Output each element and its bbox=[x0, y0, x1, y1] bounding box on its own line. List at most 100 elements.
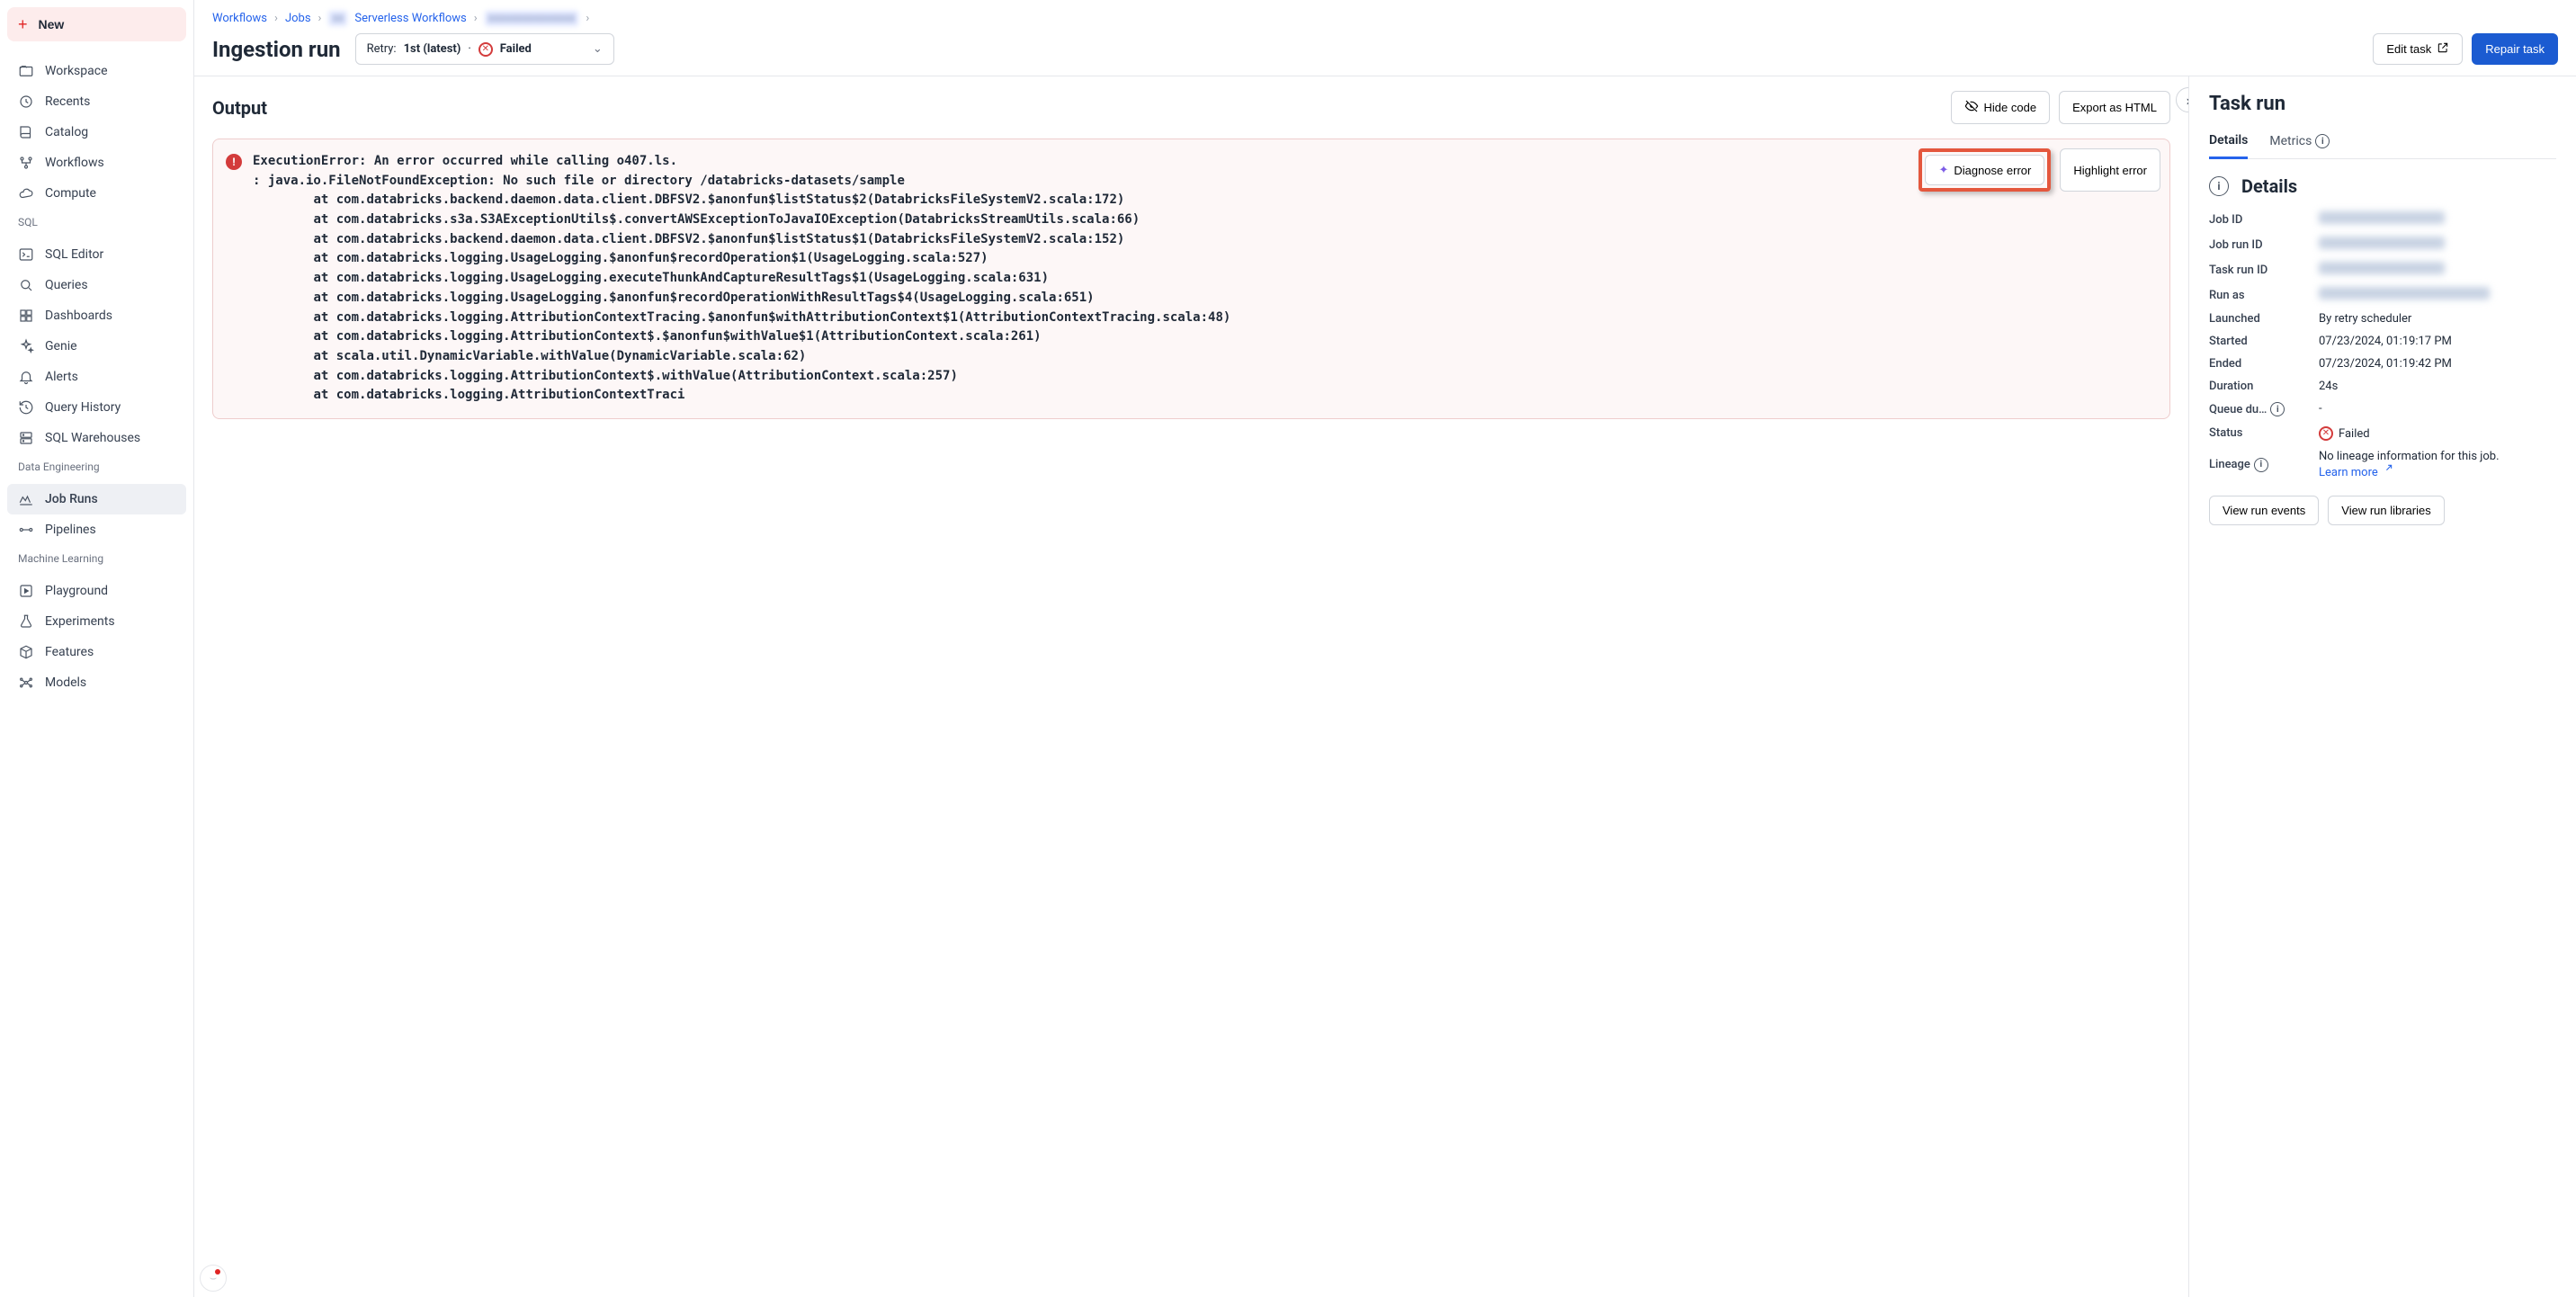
value-lineage: No lineage information for this job. Lea… bbox=[2319, 450, 2556, 479]
fail-icon: ✕ bbox=[479, 41, 493, 57]
learn-more-link[interactable]: Learn more bbox=[2319, 466, 2393, 479]
nav-item-alerts[interactable]: Alerts bbox=[7, 362, 186, 392]
value-launched: By retry scheduler bbox=[2319, 312, 2556, 326]
value-duration: 24s bbox=[2319, 380, 2556, 393]
label-launched: Launched bbox=[2209, 312, 2306, 326]
error-stacktrace: ExecutionError: An error occurred while … bbox=[253, 152, 2157, 406]
crumb-serverless[interactable]: Serverless Workflows bbox=[354, 12, 466, 25]
value-ended: 07/23/2024, 01:19:42 PM bbox=[2319, 357, 2556, 371]
cloud-icon bbox=[18, 185, 34, 201]
box-icon bbox=[18, 644, 34, 660]
value-queue: - bbox=[2319, 402, 2556, 416]
external-link-icon bbox=[2381, 466, 2393, 479]
notification-dot bbox=[215, 1269, 220, 1275]
label-run-as: Run as bbox=[2209, 287, 2306, 303]
retry-value: 1st (latest) bbox=[404, 42, 461, 56]
nav-item-features[interactable]: Features bbox=[7, 637, 186, 667]
diagnose-error-button[interactable]: ✦ Diagnose error bbox=[1925, 155, 2044, 185]
nav-item-query-history[interactable]: Query History bbox=[7, 392, 186, 423]
chevron-right-icon: › bbox=[274, 12, 278, 25]
value-started: 07/23/2024, 01:19:17 PM bbox=[2319, 335, 2556, 348]
export-html-button[interactable]: Export as HTML bbox=[2059, 91, 2170, 124]
sidebar: + New WorkspaceRecentsCatalogWorkflowsCo… bbox=[0, 0, 194, 1297]
nav-item-experiments[interactable]: Experiments bbox=[7, 606, 186, 637]
info-icon: i bbox=[2254, 458, 2268, 472]
nav-header-ml: Machine Learning bbox=[7, 545, 186, 568]
nav-item-queries[interactable]: Queries bbox=[7, 270, 186, 300]
new-button[interactable]: + New bbox=[7, 7, 186, 41]
nav-item-genie[interactable]: Genie bbox=[7, 331, 186, 362]
model-icon bbox=[18, 675, 34, 691]
flask-icon bbox=[18, 613, 34, 630]
label-task-run-id: Task run ID bbox=[2209, 262, 2306, 278]
nav-item-compute[interactable]: Compute bbox=[7, 178, 186, 209]
crumb-jobs[interactable]: Jobs bbox=[285, 12, 311, 25]
value-task-run-id bbox=[2319, 262, 2445, 274]
details-pane: Task run Details Metrics i i Details Job… bbox=[2189, 76, 2576, 1297]
external-link-icon bbox=[2437, 41, 2449, 57]
folder-icon bbox=[18, 63, 34, 79]
retry-status: Failed bbox=[500, 42, 532, 56]
chevron-right-icon: › bbox=[318, 12, 322, 25]
value-job-id bbox=[2319, 211, 2445, 224]
label-ended: Ended bbox=[2209, 357, 2306, 371]
crumb-workflows[interactable]: Workflows bbox=[212, 12, 267, 25]
nav-item-workflows[interactable]: Workflows bbox=[7, 148, 186, 178]
label-job-run-id: Job run ID bbox=[2209, 237, 2306, 253]
hide-code-button[interactable]: Hide code bbox=[1951, 91, 2051, 124]
highlight-error-button[interactable]: Highlight error bbox=[2060, 148, 2160, 192]
page-title: Ingestion run bbox=[212, 37, 341, 62]
task-run-title: Task run bbox=[2209, 93, 2556, 115]
view-run-libraries-button[interactable]: View run libraries bbox=[2328, 496, 2444, 525]
label-job-id: Job ID bbox=[2209, 211, 2306, 228]
nav-item-dashboards[interactable]: Dashboards bbox=[7, 300, 186, 331]
nav-item-recents[interactable]: Recents bbox=[7, 86, 186, 117]
repair-task-button[interactable]: Repair task bbox=[2472, 33, 2558, 65]
nav-item-sql-editor[interactable]: SQL Editor bbox=[7, 239, 186, 270]
nav-item-workspace[interactable]: Workspace bbox=[7, 56, 186, 86]
value-run-as bbox=[2319, 287, 2490, 300]
nav-item-job-runs[interactable]: Job Runs bbox=[7, 484, 186, 514]
value-job-run-id bbox=[2319, 237, 2445, 249]
nav-item-catalog[interactable]: Catalog bbox=[7, 117, 186, 148]
nav-item-sql-warehouses[interactable]: SQL Warehouses bbox=[7, 423, 186, 453]
diagnose-highlight: ✦ Diagnose error bbox=[1919, 148, 2051, 192]
book-icon bbox=[18, 124, 34, 140]
edit-task-button[interactable]: Edit task bbox=[2373, 33, 2463, 65]
retry-select[interactable]: Retry: 1st (latest) · ✕ Failed ⌄ bbox=[355, 33, 614, 65]
label-lineage: Lineagei bbox=[2209, 450, 2306, 479]
status-badge: ✕Failed bbox=[2319, 426, 2370, 441]
chevron-right-icon: › bbox=[474, 12, 478, 25]
chevron-down-icon: ⌄ bbox=[593, 42, 603, 56]
details-header: Details bbox=[2241, 175, 2297, 197]
label-duration: Duration bbox=[2209, 380, 2306, 393]
collapse-right-button[interactable]: › bbox=[2176, 87, 2189, 112]
error-icon: ! bbox=[226, 154, 242, 170]
nav-header-sql: SQL bbox=[7, 209, 186, 232]
nav-item-pipelines[interactable]: Pipelines bbox=[7, 514, 186, 545]
label-started: Started bbox=[2209, 335, 2306, 348]
tab-metrics[interactable]: Metrics i bbox=[2269, 128, 2330, 158]
nav-item-models[interactable]: Models bbox=[7, 667, 186, 698]
crumb-redacted: xx bbox=[328, 11, 347, 26]
terminal-icon bbox=[18, 246, 34, 263]
assistant-bubble[interactable]: ⌣ bbox=[200, 1265, 227, 1292]
bell-icon bbox=[18, 369, 34, 385]
tabs: Details Metrics i bbox=[2209, 128, 2556, 159]
play-icon bbox=[18, 583, 34, 599]
info-icon: i bbox=[2209, 176, 2229, 196]
output-title: Output bbox=[212, 97, 267, 119]
view-run-events-button[interactable]: View run events bbox=[2209, 496, 2319, 525]
runs-icon bbox=[18, 491, 34, 507]
tab-details[interactable]: Details bbox=[2209, 128, 2248, 159]
fail-icon: ✕ bbox=[2319, 426, 2333, 441]
sparkle-icon: ✦ bbox=[1938, 163, 1948, 177]
nav-item-playground[interactable]: Playground bbox=[7, 576, 186, 606]
error-card: ! ExecutionError: An error occurred whil… bbox=[212, 139, 2170, 419]
breadcrumb: Workflows › Jobs › xx Serverless Workflo… bbox=[212, 11, 2558, 26]
retry-prefix: Retry: bbox=[367, 42, 397, 56]
crumb-redacted: xxxxxxxxxxxxxxx bbox=[485, 11, 579, 26]
grid-icon bbox=[18, 308, 34, 324]
topbar: Workflows › Jobs › xx Serverless Workflo… bbox=[194, 0, 2576, 76]
plus-icon: + bbox=[18, 16, 28, 32]
